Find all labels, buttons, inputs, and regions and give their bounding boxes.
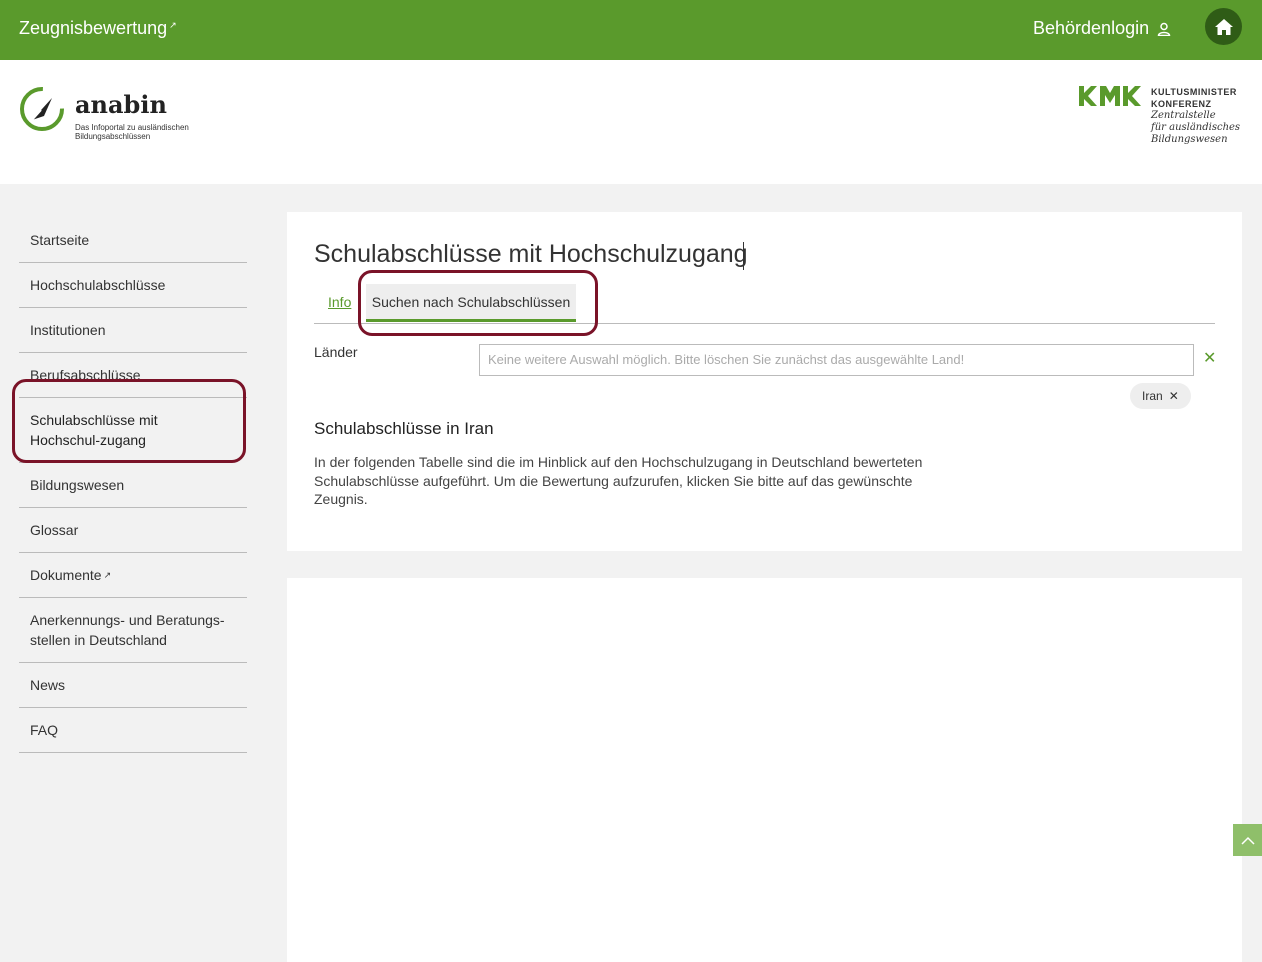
kmk-line2: KONFERENZ xyxy=(1151,99,1212,109)
text-cursor xyxy=(743,242,744,270)
sidebar-item-faq[interactable]: FAQ xyxy=(19,708,247,753)
clear-selection-icon[interactable]: ✕ xyxy=(1203,348,1216,368)
results-card xyxy=(287,578,1242,962)
sidebar-item-glossar[interactable]: Glossar xyxy=(19,508,247,553)
laender-select[interactable]: Keine weitere Auswahl möglich. Bitte lös… xyxy=(479,344,1194,376)
sidebar-item-label: Hochschulabschlüsse xyxy=(30,277,166,293)
section-description: In der folgenden Tabelle sind die im Hin… xyxy=(314,454,923,507)
sidebar-item-startseite[interactable]: Startseite xyxy=(19,218,247,263)
logo-name: anabin xyxy=(75,90,167,119)
sidebar-item-label: News xyxy=(30,677,66,693)
site-header: anabin Das Infoportal zu ausländischen B… xyxy=(0,60,1262,184)
sidebar-item-label: Dokumente xyxy=(30,567,102,583)
kmk-line3: Zentralstelle xyxy=(1151,110,1216,121)
sidebar-item-label: FAQ xyxy=(30,722,59,738)
highlight-annotation xyxy=(12,379,246,463)
sidebar-item-label: Bildungswesen xyxy=(30,477,125,493)
kmk-mark-icon xyxy=(1079,86,1141,106)
main-content-card: Schulabschlüsse mit Hochschulzugang Info… xyxy=(287,212,1242,551)
page-title: Schulabschlüsse mit Hochschulzugang xyxy=(314,240,748,268)
kmk-line5: Bildungswesen xyxy=(1151,134,1228,145)
tab-info[interactable]: Info xyxy=(328,294,351,310)
section-title: Schulabschlüsse in Iran xyxy=(314,419,494,438)
sidebar-item-hochschulabschluesse[interactable]: Hochschulabschlüsse xyxy=(19,263,247,308)
sidebar-item-news[interactable]: News xyxy=(19,663,247,708)
remove-chip-icon[interactable]: ✕ xyxy=(1169,383,1179,409)
user-icon xyxy=(1157,22,1171,36)
selected-country-chip: Iran ✕ xyxy=(1130,383,1191,409)
highlight-annotation xyxy=(358,270,598,336)
anabin-logo[interactable]: anabin Das Infoportal zu ausländischen B… xyxy=(19,86,205,141)
external-link-icon: ↗ xyxy=(169,20,177,30)
brand-label: Zeugnisbewertung xyxy=(19,18,168,38)
home-icon xyxy=(1214,18,1233,35)
kmk-line4: für ausländisches xyxy=(1151,122,1241,133)
zeugnisbewertung-link[interactable]: Zeugnisbewertung ↗ xyxy=(19,18,177,39)
sidebar-item-anerkennungsstellen[interactable]: Anerkennungs- und Beratungs-stellen in D… xyxy=(19,598,247,663)
laender-label: Länder xyxy=(314,344,358,360)
sidebar-item-label: Institutionen xyxy=(30,322,106,338)
sidebar-item-label: Anerkennungs- und Beratungs-stellen in D… xyxy=(30,612,225,648)
chevron-up-icon xyxy=(1240,836,1255,845)
chip-label: Iran xyxy=(1142,389,1163,403)
sidebar-item-dokumente[interactable]: Dokumente ↗ xyxy=(19,553,247,598)
kmk-line1: KULTUSMINISTER xyxy=(1151,87,1237,97)
sidebar-nav: Startseite Hochschulabschlüsse Instituti… xyxy=(19,218,247,753)
scroll-to-top-button[interactable] xyxy=(1233,824,1262,856)
login-label: Behördenlogin xyxy=(1033,18,1150,38)
behoerdenlogin-link[interactable]: Behördenlogin xyxy=(1033,18,1171,39)
top-bar: Zeugnisbewertung ↗ Behördenlogin xyxy=(0,0,1262,60)
external-link-icon: ↗ xyxy=(103,570,112,580)
sidebar-item-label: Glossar xyxy=(30,522,79,538)
sidebar-item-bildungswesen[interactable]: Bildungswesen xyxy=(19,463,247,508)
home-button[interactable] xyxy=(1205,8,1242,45)
compass-logo-icon xyxy=(20,87,64,131)
kmk-logo[interactable]: KULTUSMINISTER KONFERENZ Zentralstelle f… xyxy=(1079,86,1240,146)
logo-subtitle: Das Infoportal zu ausländischen Bildungs… xyxy=(75,123,189,141)
sidebar-item-institutionen[interactable]: Institutionen xyxy=(19,308,247,353)
sidebar-item-label: Startseite xyxy=(30,232,90,248)
